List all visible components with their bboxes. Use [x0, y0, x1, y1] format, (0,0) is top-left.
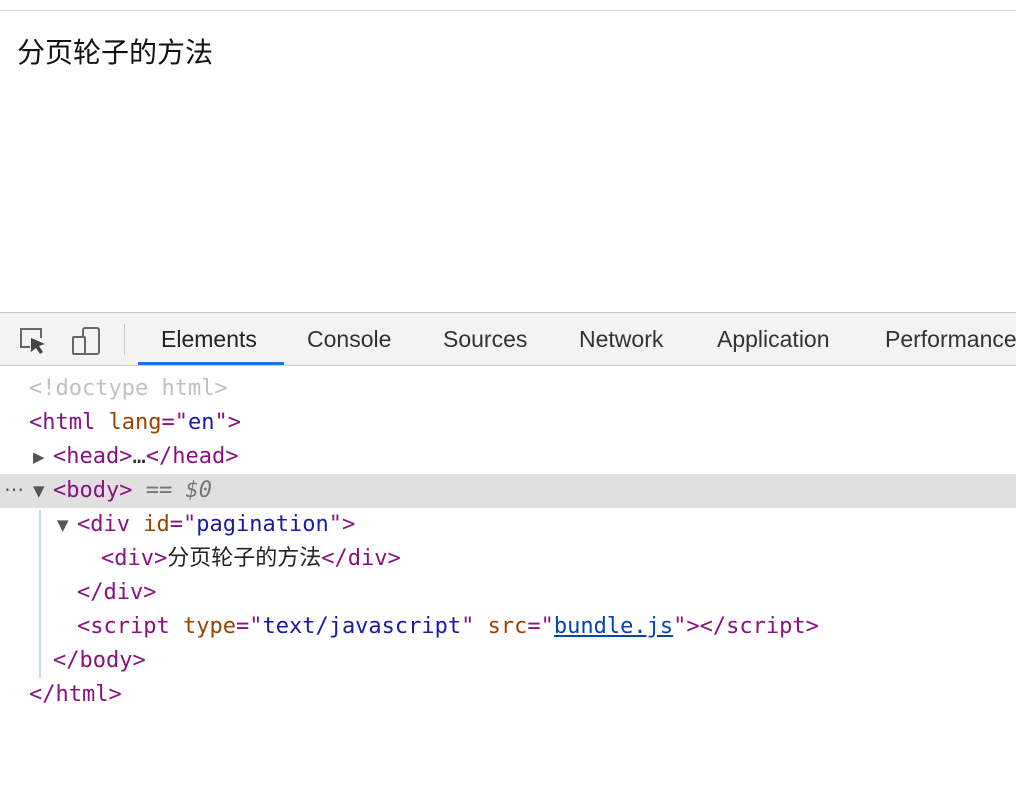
tree-row-body-close[interactable]: </body>: [0, 644, 1016, 678]
devtools-toolbar: Elements Console Sources Network Applica…: [0, 312, 1016, 366]
html-tag: html: [42, 410, 96, 435]
selected-var: $0: [185, 478, 212, 503]
inner-div-text: 分页轮子的方法: [167, 546, 322, 571]
tree-row-div-close[interactable]: </div>: [0, 576, 1016, 610]
page-text: 分页轮子的方法: [17, 36, 214, 69]
tab-sources[interactable]: Sources: [443, 313, 527, 365]
tree-row-inner-div[interactable]: <div>分页轮子的方法</div>: [0, 542, 1016, 576]
tree-row-html[interactable]: <html lang="en">: [0, 406, 1016, 440]
tree-row-body[interactable]: ⋯ ▼ <body> == $0: [0, 474, 1016, 508]
active-tab-indicator: [138, 362, 284, 365]
head-tag: head: [66, 444, 120, 469]
selected-equals: ==: [145, 478, 173, 503]
script-type-value: text/javascript: [262, 614, 462, 639]
div-attr-name: id: [143, 512, 170, 537]
collapse-triangle-icon[interactable]: ▼: [57, 508, 69, 542]
html-attr-name: lang: [108, 410, 162, 435]
tree-row-script[interactable]: <script type="text/javascript" src="bund…: [0, 610, 1016, 644]
div-tag: div: [90, 512, 130, 537]
device-toolbar-icon[interactable]: [70, 325, 102, 357]
tab-network[interactable]: Network: [579, 313, 663, 365]
page-viewport: 分页轮子的方法: [0, 11, 1016, 313]
html-attr-value: en: [187, 410, 215, 435]
expand-triangle-icon[interactable]: ▶: [33, 440, 45, 474]
inner-div-close-tag: /div: [334, 546, 388, 571]
html-close-tag: /html: [42, 682, 109, 707]
collapse-triangle-icon[interactable]: ▼: [33, 474, 45, 508]
script-close-tag: /script: [712, 614, 806, 639]
tree-row-div-pagination[interactable]: ▼ <div id="pagination">: [0, 508, 1016, 542]
head-ellipsis[interactable]: …: [132, 444, 145, 469]
script-src-link[interactable]: bundle.js: [554, 614, 673, 639]
tab-application[interactable]: Application: [717, 313, 830, 365]
doctype-text: <!doctype html>: [29, 376, 228, 401]
script-tag: script: [90, 614, 170, 639]
inner-div-tag: div: [114, 546, 154, 571]
tab-console[interactable]: Console: [307, 313, 391, 365]
body-tag: body: [66, 478, 120, 503]
tree-row-doctype[interactable]: <!doctype html>: [0, 372, 1016, 406]
tab-performance[interactable]: Performance: [885, 313, 1016, 365]
tab-elements[interactable]: Elements: [161, 313, 257, 365]
div-attr-value: pagination: [196, 512, 329, 537]
inspect-element-icon[interactable]: [18, 325, 50, 357]
script-attr-src: src: [487, 614, 528, 639]
indent-guide-line: [39, 510, 41, 678]
body-close-tag: /body: [66, 648, 133, 673]
div-close-tag: /div: [90, 580, 144, 605]
head-close-tag: /head: [158, 444, 226, 469]
tree-row-head[interactable]: ▶ <head>…</head>: [0, 440, 1016, 474]
toolbar-separator: [124, 324, 125, 355]
devtools-panel: Elements Console Sources Network Applica…: [0, 312, 1016, 810]
script-attr-type: type: [182, 614, 236, 639]
tree-row-html-close[interactable]: </html>: [0, 678, 1016, 712]
more-options-icon[interactable]: ⋯: [4, 472, 24, 506]
